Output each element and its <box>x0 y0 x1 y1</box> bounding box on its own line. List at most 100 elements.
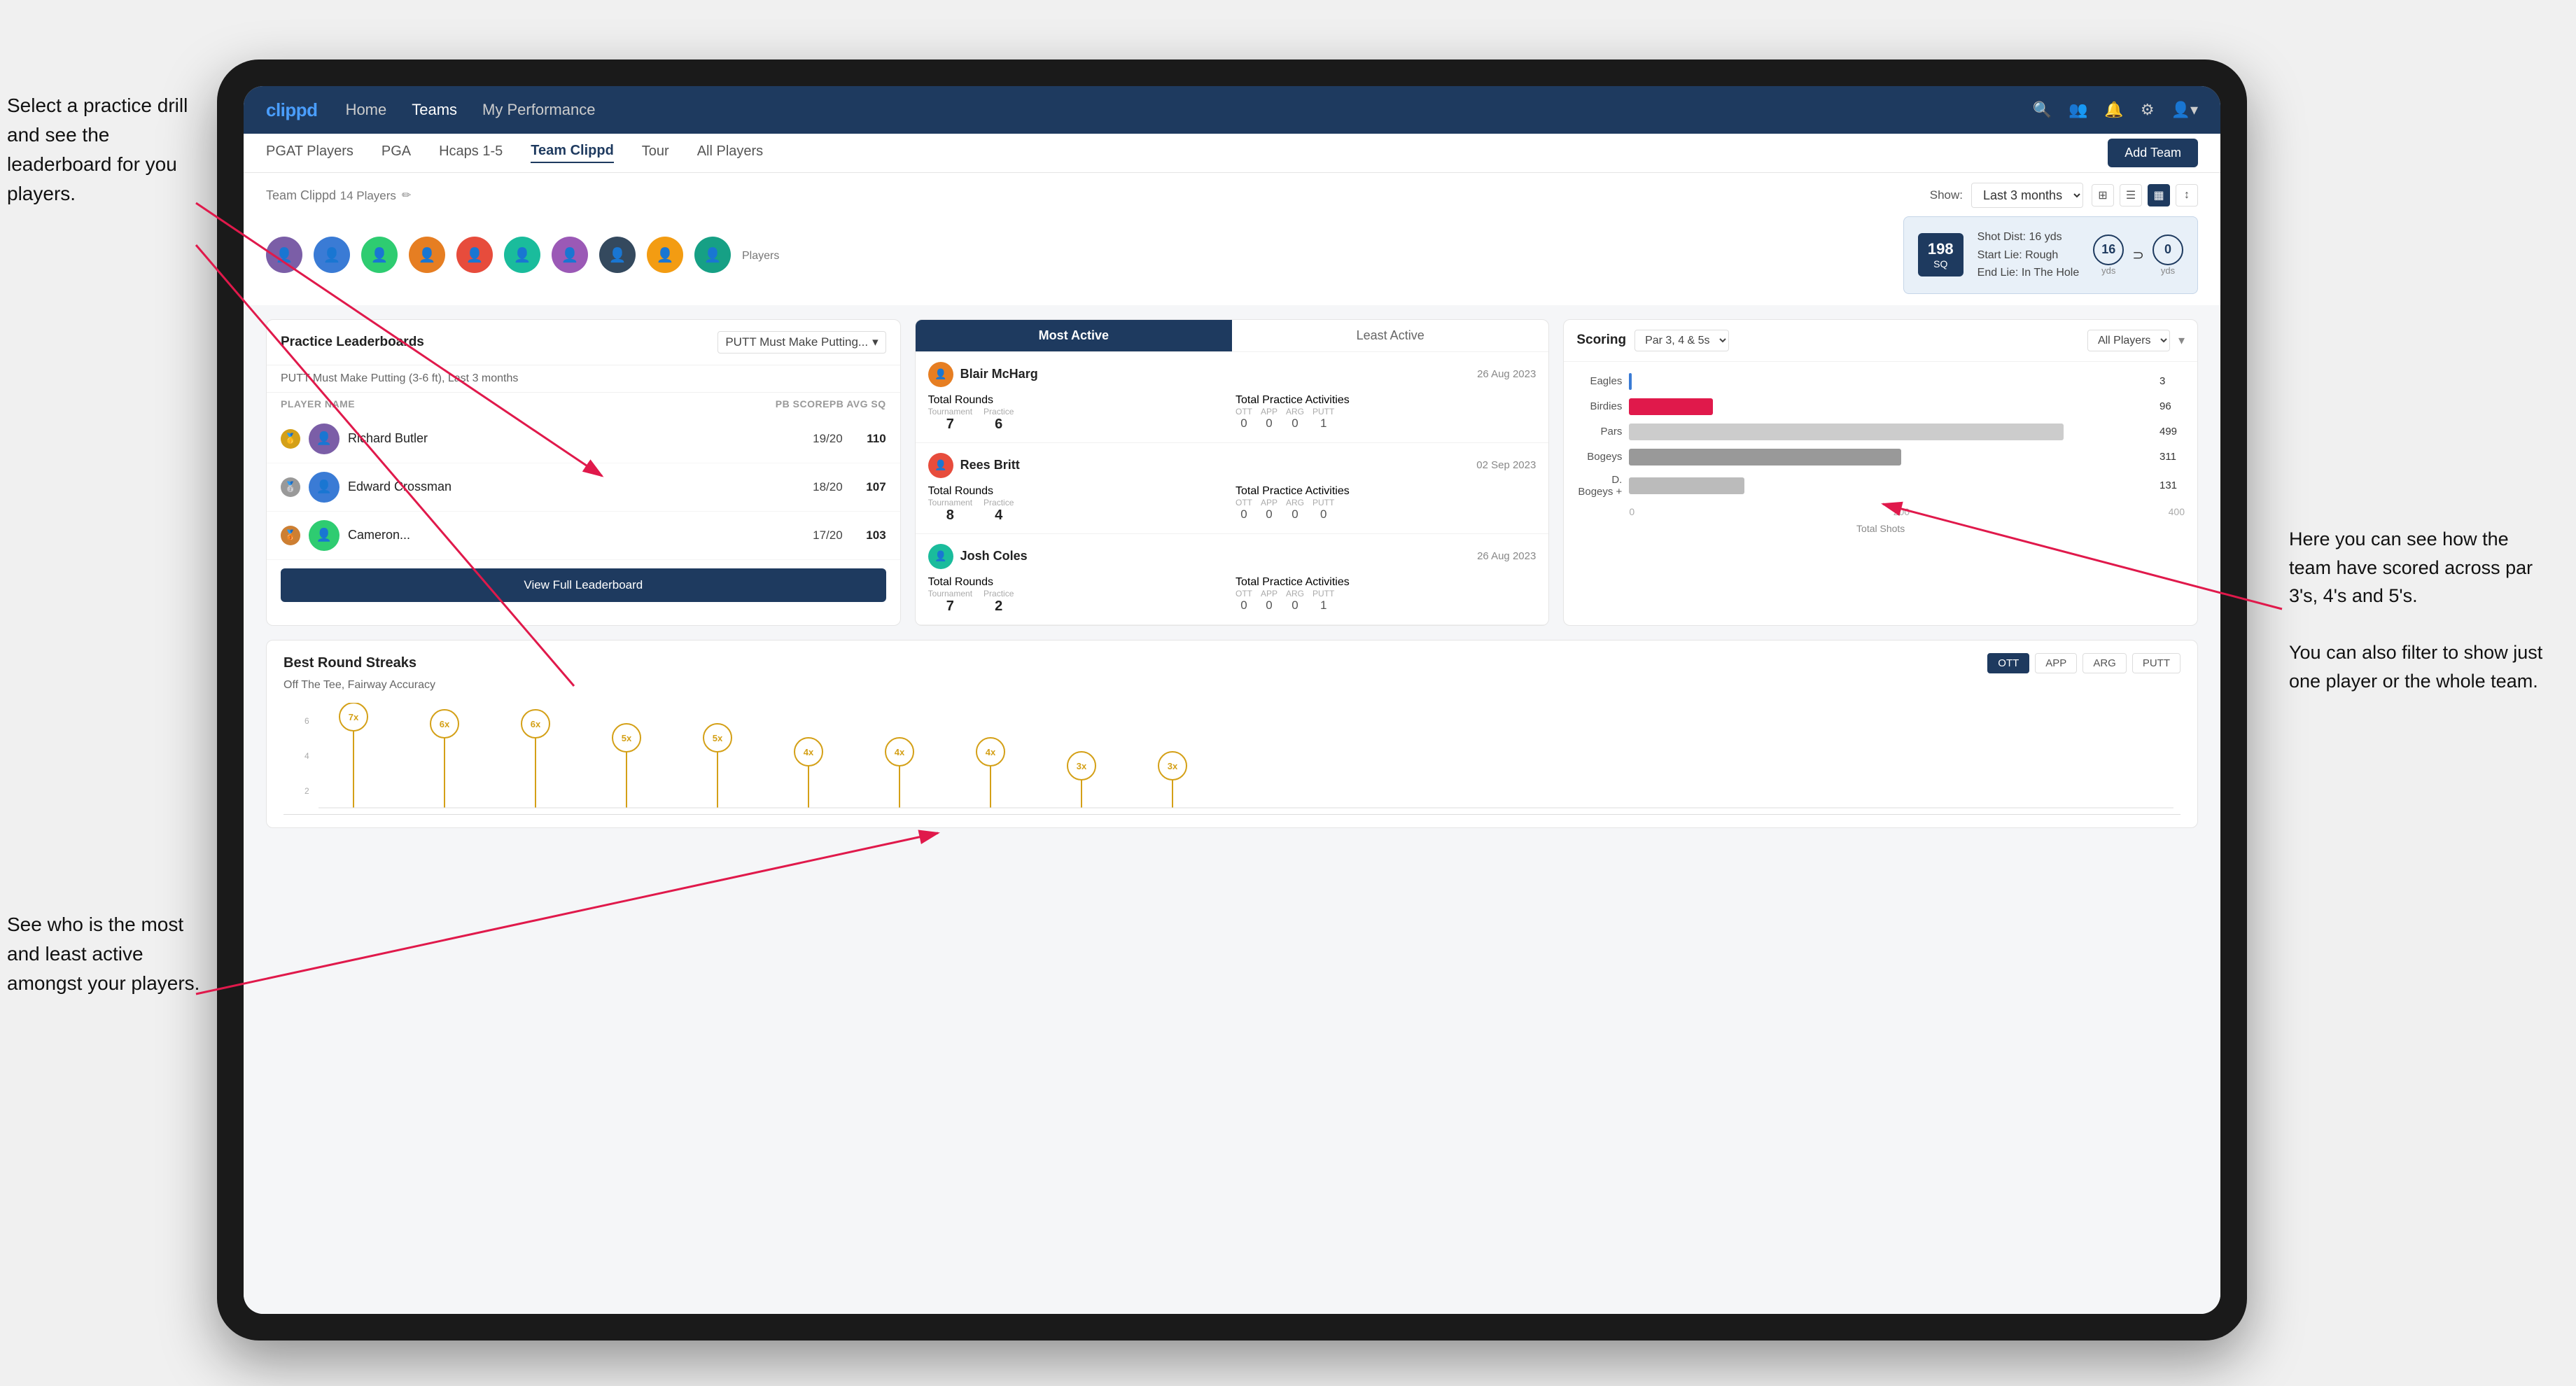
player-avatar-10[interactable]: 👤 <box>694 237 731 273</box>
practice-leaderboard-card: Practice Leaderboards PUTT Must Make Put… <box>266 319 901 626</box>
annotation-top-left: Select a practice drill and see the lead… <box>7 91 210 209</box>
svg-text:2: 2 <box>304 786 309 796</box>
chart-bar-dbogeys <box>1629 477 1744 494</box>
player-avatar-9[interactable]: 👤 <box>647 237 683 273</box>
show-label: Show: <box>1930 188 1963 202</box>
players-label: Players <box>742 250 779 262</box>
svg-text:6: 6 <box>304 716 309 726</box>
filter-ott[interactable]: OTT <box>1987 653 2029 673</box>
lb-name-1: Richard Butler <box>348 431 792 446</box>
player-avatar-1[interactable]: 👤 <box>266 237 302 273</box>
lb-avg-1: 110 <box>851 432 886 446</box>
player-avatar-7[interactable]: 👤 <box>552 237 588 273</box>
chart-x-title: Total Shots <box>1576 523 2185 534</box>
subnav-teamclippd[interactable]: Team Clippd <box>531 143 614 163</box>
team-header-row: Team Clippd 14 Players ✏ Show: Last 3 mo… <box>244 173 2220 208</box>
player-avatar-5[interactable]: 👤 <box>456 237 493 273</box>
view-card-icon[interactable]: ▦ <box>2148 184 2170 206</box>
scoring-header: Scoring Par 3, 4 & 5s All Players ▾ <box>1564 320 2197 362</box>
score-card-area: 198 SQ Shot Dist: 16 yds Start Lie: Roug… <box>1903 216 2198 294</box>
lb-name-2: Edward Crossman <box>348 479 792 494</box>
subnav-tour[interactable]: Tour <box>642 144 669 162</box>
leaderboard-row-1[interactable]: 🥇 👤 Richard Butler 19/20 110 <box>267 415 900 463</box>
most-active-tab[interactable]: Most Active <box>916 320 1232 351</box>
player-avatar-3[interactable]: 👤 <box>361 237 398 273</box>
player-avatar-6[interactable]: 👤 <box>504 237 540 273</box>
bell-icon[interactable]: 🔔 <box>2104 101 2123 119</box>
nav-item-myperformance[interactable]: My Performance <box>482 101 595 119</box>
filter-arg[interactable]: ARG <box>2082 653 2127 673</box>
navbar: clippd Home Teams My Performance 🔍 👥 🔔 ⚙… <box>244 86 2220 134</box>
player1-stats: Total Rounds Tournament 7 Practice 6 <box>928 394 1536 433</box>
chart-bar-wrap-birdies <box>1629 398 2152 415</box>
filter-app[interactable]: APP <box>2035 653 2077 673</box>
view-list-icon[interactable]: ☰ <box>2120 184 2142 206</box>
score-card: 198 SQ Shot Dist: 16 yds Start Lie: Roug… <box>1903 216 2198 294</box>
lb-score-1: 19/20 <box>801 432 843 446</box>
filter-putt[interactable]: PUTT <box>2132 653 2180 673</box>
activity-player-1: 👤 Blair McHarg 26 Aug 2023 Total Rounds … <box>916 352 1549 443</box>
scoring-par-filter[interactable]: Par 3, 4 & 5s <box>1634 330 1729 351</box>
activity-date-3: 26 Aug 2023 <box>1477 550 1536 562</box>
chart-row-eagles: Eagles 3 <box>1576 373 2185 390</box>
people-icon[interactable]: 👥 <box>2068 101 2087 119</box>
lb-score-3: 17/20 <box>801 528 843 542</box>
chevron-scoring-icon: ▾ <box>2178 333 2185 348</box>
scoring-player-filter[interactable]: All Players <box>2087 330 2170 351</box>
chart-bar-eagles <box>1629 373 1632 390</box>
chart-bar-wrap-pars <box>1629 424 2152 440</box>
scoring-title: Scoring <box>1576 332 1626 348</box>
svg-text:4x: 4x <box>895 747 905 757</box>
edit-icon[interactable]: ✏ <box>402 188 411 202</box>
leaderboard-filter[interactable]: PUTT Must Make Putting... ▾ <box>718 331 886 354</box>
chart-bar-bogeys <box>1629 449 1901 465</box>
leaderboard-col-headers: PLAYER NAME PB SCORE PB AVG SQ <box>267 393 900 415</box>
show-select[interactable]: Last 3 months Last month Last 6 months L… <box>1971 183 2083 208</box>
lb-avg-2: 107 <box>851 480 886 494</box>
svg-text:4x: 4x <box>804 747 814 757</box>
activity-tabs: Most Active Least Active <box>916 320 1549 352</box>
leaderboard-row-2[interactable]: 🥈 👤 Edward Crossman 18/20 107 <box>267 463 900 512</box>
view-grid-icon[interactable]: ⊞ <box>2092 184 2114 206</box>
activity-avatar-1: 👤 <box>928 362 953 387</box>
subnav-pgat[interactable]: PGAT Players <box>266 144 354 162</box>
view-icons: ⊞ ☰ ▦ ↕ <box>2092 184 2198 206</box>
add-team-button[interactable]: Add Team <box>2108 139 2198 167</box>
header-right: Show: Last 3 months Last month Last 6 mo… <box>1930 183 2198 208</box>
search-icon[interactable]: 🔍 <box>2033 101 2052 119</box>
activity-date-2: 02 Sep 2023 <box>1476 459 1536 471</box>
view-full-leaderboard-button[interactable]: View Full Leaderboard <box>281 568 886 602</box>
subnav-pga[interactable]: PGA <box>382 144 411 162</box>
player-avatar-2[interactable]: 👤 <box>314 237 350 273</box>
leaderboard-row-3[interactable]: 🥉 👤 Cameron... 17/20 103 <box>267 512 900 560</box>
svg-text:3x: 3x <box>1168 761 1178 771</box>
player-avatar-8[interactable]: 👤 <box>599 237 636 273</box>
player3-info-row: 👤 Josh Coles 26 Aug 2023 <box>928 544 1536 569</box>
activity-player-3: 👤 Josh Coles 26 Aug 2023 Total Rounds To… <box>916 534 1549 625</box>
players-row: 👤 👤 👤 👤 👤 👤 👤 👤 👤 👤 Players 198 <box>244 208 2220 305</box>
team-title: Team Clippd 14 Players <box>266 188 396 204</box>
chart-bar-birdies <box>1629 398 1713 415</box>
player-avatar-4[interactable]: 👤 <box>409 237 445 273</box>
score-badge-wrap: 198 SQ <box>1918 233 1963 276</box>
activity-player-2: 👤 Rees Britt 02 Sep 2023 Total Rounds To… <box>916 443 1549 534</box>
tablet-frame: clippd Home Teams My Performance 🔍 👥 🔔 ⚙… <box>217 59 2247 1340</box>
settings-icon[interactable]: ⚙ <box>2141 101 2155 119</box>
svg-text:6x: 6x <box>531 719 541 729</box>
streaks-filters: OTT APP ARG PUTT <box>1987 653 2180 673</box>
activity-name-2: Rees Britt <box>960 458 1020 472</box>
nav-items: Home Teams My Performance <box>346 101 2005 119</box>
chart-val-bogeys: 311 <box>2160 451 2185 463</box>
svg-text:4: 4 <box>304 751 309 761</box>
subnav-allplayers[interactable]: All Players <box>697 144 763 162</box>
rank-badge-1: 🥇 <box>281 429 300 449</box>
least-active-tab[interactable]: Least Active <box>1232 320 1548 351</box>
profile-icon[interactable]: 👤▾ <box>2171 101 2198 119</box>
nav-item-home[interactable]: Home <box>346 101 387 119</box>
chart-label-birdies: Birdies <box>1576 400 1622 412</box>
leaderboard-subtitle: PUTT Must Make Putting (3-6 ft), Last 3 … <box>267 365 900 393</box>
chart-label-bogeys: Bogeys <box>1576 451 1622 463</box>
subnav-hcaps[interactable]: Hcaps 1-5 <box>439 144 503 162</box>
view-sort-icon[interactable]: ↕ <box>2176 184 2198 206</box>
nav-item-teams[interactable]: Teams <box>412 101 457 119</box>
